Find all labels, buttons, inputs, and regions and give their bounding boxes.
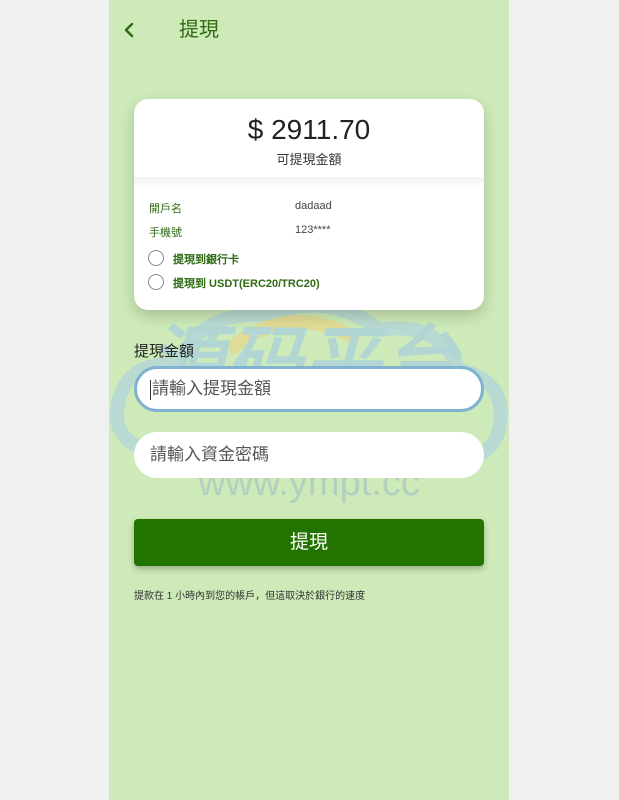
page-title: 提現 (179, 19, 219, 41)
radio-button-bank-card[interactable] (148, 250, 164, 266)
password-placeholder: 請輸入資金密碼 (150, 445, 269, 464)
account-name-key: 開戶名 (149, 203, 182, 215)
balance-amount: $ 2911.70 (247, 114, 371, 145)
amount-input[interactable]: 請輸入提現金額 (134, 366, 484, 412)
balance-card: $ 2911.70 可提現金額 開戶名 dadaad 手機號 123**** 提… (134, 99, 484, 310)
radio-button-usdt[interactable] (148, 274, 164, 290)
password-input[interactable]: 請輸入資金密碼 (134, 432, 484, 478)
withdraw-note: 提款在 1 小時內到您的帳戶，但這取決於銀行的速度 (134, 591, 366, 602)
option-bank-card[interactable]: 提現到銀行卡 (148, 250, 468, 268)
phone-screen: 源码平台 www.ympt.cc 提現 $ 2911.70 可提現金額 開戶名 … (109, 0, 509, 800)
amount-placeholder: 請輸入提現金額 (152, 379, 271, 398)
balance-label: 可提現金額 (276, 152, 342, 167)
phone-value: 123**** (295, 224, 331, 236)
phone-key: 手機號 (149, 227, 182, 239)
header: 提現 (109, 0, 509, 60)
option-bank-card-label: 提現到銀行卡 (173, 254, 239, 266)
option-usdt-label: 提現到 USDT(ERC20/TRC20) (173, 278, 320, 290)
back-button[interactable] (121, 18, 137, 42)
option-usdt[interactable]: 提現到 USDT(ERC20/TRC20) (148, 274, 468, 292)
withdraw-button[interactable]: 提現 (134, 519, 484, 566)
text-caret (150, 379, 151, 400)
account-name-row: 開戶名 dadaad (149, 200, 469, 216)
phone-row: 手機號 123**** (149, 224, 469, 240)
card-divider (134, 177, 484, 187)
chevron-left-icon (124, 22, 134, 38)
amount-label: 提現金額 (134, 343, 195, 360)
account-name-value: dadaad (295, 200, 332, 212)
